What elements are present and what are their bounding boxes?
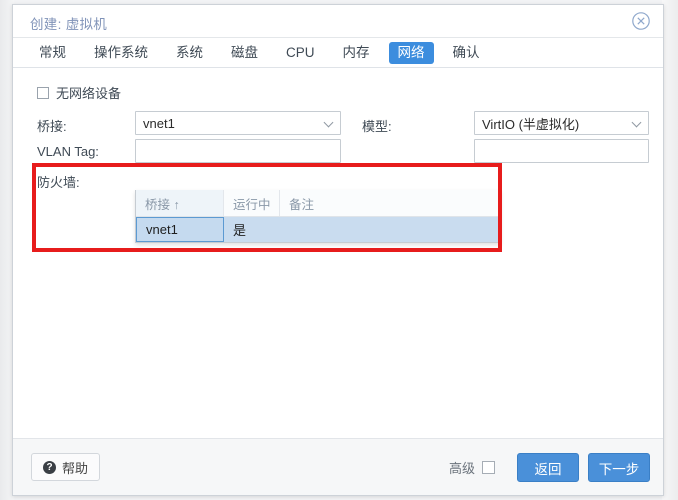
dialog-title: 创建: 虚拟机 — [30, 17, 108, 32]
model-select-value: VirtIO (半虚拟化) — [482, 116, 580, 132]
bridge-select[interactable]: vnet1 — [135, 111, 341, 135]
tab-memory[interactable]: 内存 — [334, 42, 379, 64]
help-button[interactable]: ? 帮助 — [31, 453, 101, 481]
model-select[interactable]: VirtIO (半虚拟化) — [474, 111, 649, 135]
bridge-dropdown-panel[interactable]: 桥接 ↑ 运行中 备注 vnet1 是 — [135, 190, 501, 243]
wizard-tabbar: 常规 操作系统 系统 磁盘 CPU 内存 网络 确认 — [13, 38, 663, 68]
model-select-wrap: VirtIO (半虚拟化) — [474, 111, 649, 135]
firewall-label: 防火墙: — [37, 175, 80, 190]
help-button-label: 帮助 — [62, 460, 89, 476]
next-button[interactable]: 下一步 — [588, 453, 650, 482]
advanced-checkbox[interactable]: 高级 — [449, 458, 495, 477]
column-header-comment[interactable]: 备注 — [280, 190, 500, 216]
network-form: 桥接: vnet1 模型: VirtIO (半虚拟化) VLAN Tag: 防火… — [37, 111, 649, 195]
form-row-bridge: 桥接: vnet1 模型: VirtIO (半虚拟化) — [37, 111, 649, 139]
question-circle-icon: ? — [43, 460, 56, 474]
form-row-vlan: VLAN Tag: — [37, 139, 649, 167]
chevron-down-icon — [325, 118, 334, 127]
vlan-tag-input-wrap — [135, 139, 341, 163]
tab-os[interactable]: 操作系统 — [85, 42, 157, 64]
tab-confirm[interactable]: 确认 — [444, 42, 489, 64]
column-header-running[interactable]: 运行中 — [224, 190, 280, 216]
tab-cpu[interactable]: CPU — [277, 42, 324, 64]
bridge-dropdown-option[interactable]: vnet1 是 — [136, 217, 500, 242]
checkbox-box-icon — [37, 86, 49, 99]
checkbox-box-icon — [482, 461, 495, 474]
close-circle-icon[interactable] — [631, 11, 651, 31]
vlan-tag-input[interactable] — [135, 139, 341, 163]
dialog-footer: ? 帮助 高级 返回 下一步 — [13, 439, 663, 495]
tab-system[interactable]: 系统 — [167, 42, 212, 64]
model-label: 模型: — [362, 119, 392, 134]
mac-input-wrap — [474, 139, 649, 163]
bridge-dropdown-header: 桥接 ↑ 运行中 备注 — [136, 190, 500, 217]
option-running-value: 是 — [233, 223, 247, 238]
no-network-device-checkbox[interactable]: 无网络设备 — [37, 83, 121, 102]
tab-network[interactable]: 网络 — [388, 41, 434, 64]
tab-general[interactable]: 常规 — [30, 42, 75, 64]
column-header-bridge[interactable]: 桥接 ↑ — [136, 190, 224, 216]
advanced-label: 高级 — [448, 461, 475, 476]
dialog-body: 无网络设备 桥接: vnet1 模型: VirtIO (半虚拟化) VLAN T… — [13, 68, 663, 439]
bridge-select-value: vnet1 — [143, 115, 175, 131]
tab-disk[interactable]: 磁盘 — [222, 42, 267, 64]
option-comment-value — [280, 217, 500, 242]
option-bridge-name: vnet1 — [136, 217, 224, 242]
back-button[interactable]: 返回 — [517, 453, 579, 482]
vlan-tag-label: VLAN Tag: — [37, 144, 99, 159]
create-vm-dialog: 创建: 虚拟机 常规 操作系统 系统 磁盘 CPU 内存 网络 确认 无网络设备… — [12, 4, 664, 496]
bridge-select-wrap: vnet1 — [135, 111, 341, 135]
chevron-down-icon — [633, 118, 642, 127]
bridge-label: 桥接: — [37, 119, 67, 134]
no-network-device-label: 无网络设备 — [56, 86, 122, 101]
next-button-label: 下一步 — [598, 461, 640, 477]
back-button-label: 返回 — [534, 461, 562, 477]
dialog-titlebar: 创建: 虚拟机 — [13, 5, 663, 38]
mac-address-input[interactable] — [474, 139, 649, 163]
